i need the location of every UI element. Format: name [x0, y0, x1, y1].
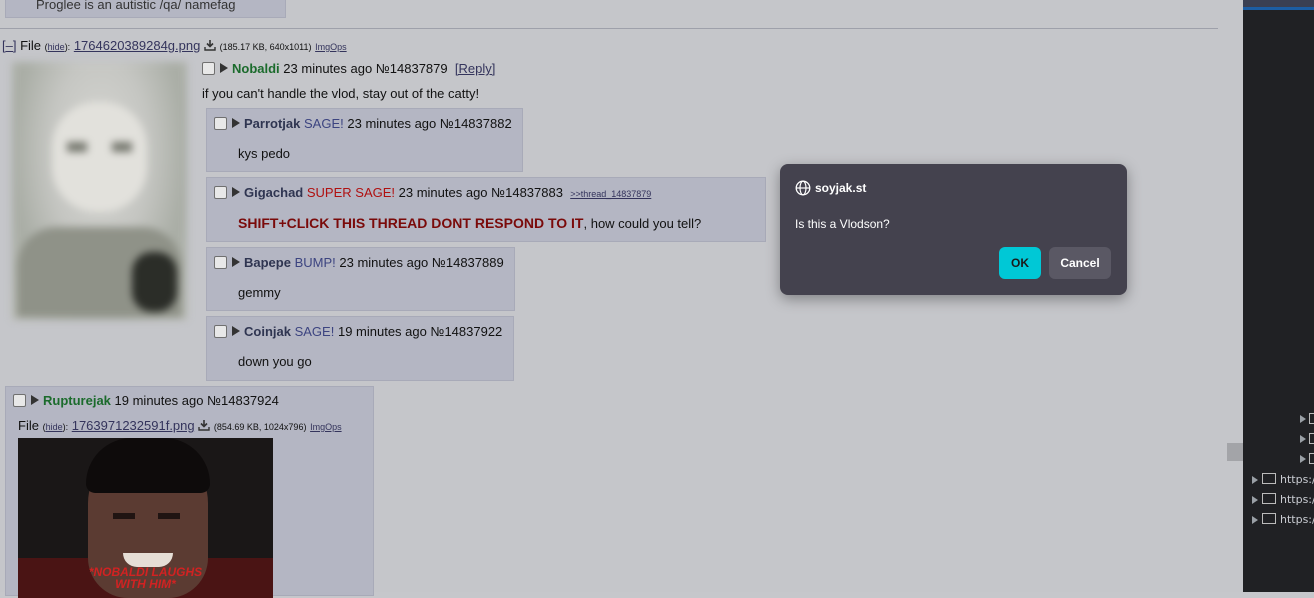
reply-email-tag[interactable]: SAGE!: [304, 116, 344, 131]
reply-poster-name: Bapepe: [244, 255, 291, 270]
devtools-row-label: https://: [1280, 513, 1314, 526]
reply-message-highlight: SHIFT+CLICK THIS THREAD DONT RESPOND TO …: [238, 215, 584, 231]
reply-checkbox[interactable]: [214, 325, 227, 338]
reply-filename-link[interactable]: 1763971232591f.png: [72, 418, 195, 433]
backlink-quote[interactable]: >>thread_14837879: [570, 189, 651, 199]
devtools-panel: https:// https:// https://: [1243, 0, 1314, 592]
reply-poster-name: Rupturejak: [43, 393, 111, 408]
op-post-number[interactable]: №14837879: [376, 61, 448, 76]
thread-collapse-toggle[interactable]: [–]: [2, 38, 16, 53]
post-menu-arrow-icon[interactable]: [232, 257, 240, 267]
download-icon[interactable]: [204, 39, 216, 51]
reply-header: Parrotjak SAGE! 23 minutes ago №14837882: [244, 116, 512, 131]
reply-number[interactable]: №14837889: [432, 255, 504, 270]
previous-reply-post: Proglee is an autistic /qa/ namefag: [5, 0, 286, 18]
op-file-info: [–] File (hide): 1764620389284g.png (185…: [2, 38, 347, 53]
op-message: if you can't handle the vlod, stay out o…: [202, 86, 480, 101]
reply-header: Rupturejak 19 minutes ago №14837924: [43, 393, 279, 408]
reply-time: 23 minutes ago: [339, 255, 429, 270]
reply-message: down you go: [238, 354, 312, 369]
reply-link[interactable]: [Reply]: [455, 61, 495, 76]
expand-arrow-icon[interactable]: [1300, 435, 1306, 443]
reply-poster-name: Gigachad: [244, 185, 304, 200]
devtools-row-label: https://: [1280, 473, 1314, 486]
op-poster-name: Nobaldi: [232, 61, 280, 76]
reply-header: Coinjak SAGE! 19 minutes ago №14837922: [244, 324, 502, 339]
frame-icon: [1262, 513, 1276, 524]
reply-email-tag[interactable]: BUMP!: [295, 255, 336, 270]
previous-reply-message: Proglee is an autistic /qa/ namefag: [36, 0, 236, 12]
reply-header: Gigachad SUPER SAGE! 23 minutes ago №148…: [244, 185, 651, 200]
reply-number[interactable]: №14837882: [440, 116, 512, 131]
reply-checkbox[interactable]: [214, 256, 227, 269]
node-box-icon: [1309, 433, 1314, 444]
confirm-dialog: soyjak.st Is this a Vlodson? OK Cancel: [780, 164, 1127, 295]
reply-time: 19 minutes ago: [114, 393, 204, 408]
image-caption-line-2: WITH HIM*: [115, 577, 176, 591]
file-label: File: [18, 418, 39, 433]
post-menu-arrow-icon[interactable]: [232, 187, 240, 197]
ok-button[interactable]: OK: [999, 247, 1041, 279]
reply-header: Bapepe BUMP! 23 minutes ago №14837889: [244, 255, 504, 270]
page-scrollbar-thumb[interactable]: [1227, 443, 1243, 461]
frame-icon: [1262, 473, 1276, 484]
dialog-origin: soyjak.st: [815, 181, 867, 195]
thread-page: Proglee is an autistic /qa/ namefag [–] …: [0, 0, 1243, 598]
devtools-row[interactable]: https://: [1243, 492, 1314, 512]
cancel-button[interactable]: Cancel: [1049, 247, 1111, 279]
reply-file-info: File (hide): 1763971232591f.png (854.69 …: [18, 418, 342, 433]
file-label: File: [20, 38, 42, 53]
reply-number[interactable]: №14837922: [431, 324, 503, 339]
hide-file-link[interactable]: hide: [48, 42, 65, 52]
reply-time: 23 minutes ago: [398, 185, 488, 200]
reply-time: 23 minutes ago: [347, 116, 437, 131]
reply-poster-name: Parrotjak: [244, 116, 301, 131]
post-menu-arrow-icon[interactable]: [232, 326, 240, 336]
reply-file-meta: (854.69 KB, 1024x796): [213, 422, 307, 432]
op-post-checkbox[interactable]: [202, 62, 215, 75]
reply-email-tag[interactable]: SAGE!: [295, 324, 335, 339]
op-filename-link[interactable]: 1764620389284g.png: [74, 38, 201, 53]
reply-message: kys pedo: [238, 146, 291, 161]
frame-icon: [1262, 493, 1276, 504]
reply-poster-name: Coinjak: [244, 324, 291, 339]
post-menu-arrow-icon[interactable]: [31, 395, 39, 405]
reply-checkbox[interactable]: [214, 117, 227, 130]
node-box-icon: [1309, 413, 1314, 424]
hide-file-link[interactable]: hide: [46, 422, 63, 432]
thread-separator: [0, 28, 1218, 29]
op-thumbnail-image[interactable]: [12, 62, 187, 320]
dialog-message: Is this a Vlodson?: [795, 217, 890, 231]
reply-email-tag[interactable]: SUPER SAGE!: [307, 185, 395, 200]
reply-number[interactable]: №14837883: [491, 185, 563, 200]
post-menu-arrow-icon[interactable]: [232, 118, 240, 128]
reply-message: SHIFT+CLICK THIS THREAD DONT RESPOND TO …: [238, 215, 701, 231]
op-file-meta: (185.17 KB, 640x1011): [219, 42, 312, 52]
reply-thumbnail-image[interactable]: *NOBALDI LAUGHS WITH HIM*: [18, 438, 273, 598]
reply-time: 19 minutes ago: [337, 324, 427, 339]
post-menu-arrow-icon[interactable]: [220, 63, 228, 73]
devtools-row[interactable]: https://: [1243, 512, 1314, 532]
devtools-row-label: https://: [1280, 493, 1314, 506]
node-box-icon: [1309, 453, 1314, 464]
op-post-time: 23 minutes ago: [283, 61, 373, 76]
reply-checkbox[interactable]: [13, 394, 26, 407]
globe-icon: [795, 180, 811, 196]
imgops-link[interactable]: ImgOps: [310, 422, 342, 432]
imgops-link[interactable]: ImgOps: [315, 42, 347, 52]
devtools-row[interactable]: https://: [1243, 472, 1314, 492]
reply-message-rest: , how could you tell?: [583, 216, 702, 231]
reply-number[interactable]: №14837924: [207, 393, 279, 408]
reply-message: gemmy: [238, 285, 281, 300]
op-post-header: Nobaldi 23 minutes ago №14837879 [Reply]: [232, 61, 495, 76]
expand-arrow-icon[interactable]: [1300, 415, 1306, 423]
expand-arrow-icon[interactable]: [1300, 455, 1306, 463]
reply-checkbox[interactable]: [214, 186, 227, 199]
download-icon[interactable]: [198, 419, 210, 431]
